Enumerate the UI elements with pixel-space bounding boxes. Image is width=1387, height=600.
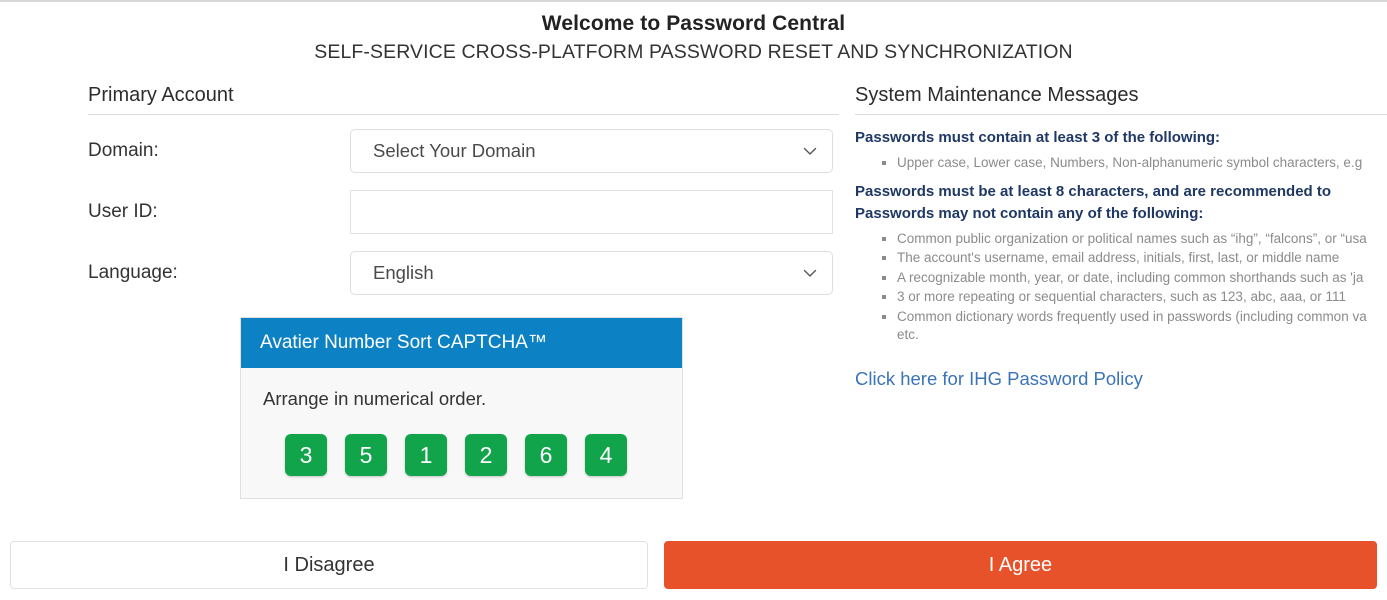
captcha-prompt: Arrange in numerical order. bbox=[241, 388, 682, 410]
list-item: Upper case, Lower case, Numbers, Non-alp… bbox=[897, 154, 1387, 173]
password-rule-heading-1: Passwords must contain at least 3 of the… bbox=[855, 127, 1387, 148]
captcha-widget: Avatier Number Sort CAPTCHA™ Arrange in … bbox=[240, 317, 683, 499]
list-item: A recognizable month, year, or date, inc… bbox=[897, 269, 1387, 288]
password-rule-list-2: Common public organization or political … bbox=[855, 230, 1387, 345]
primary-account-panel: Primary Account Domain: Select Your Doma… bbox=[0, 82, 855, 532]
domain-select[interactable]: Select Your Domain bbox=[350, 129, 833, 173]
system-messages-heading: System Maintenance Messages bbox=[855, 82, 1387, 114]
password-policy-link[interactable]: Click here for IHG Password Policy bbox=[855, 368, 1143, 390]
userid-input[interactable] bbox=[350, 190, 833, 234]
password-rule-heading-3: Passwords may not contain any of the fol… bbox=[855, 203, 1387, 224]
language-select-value: English bbox=[350, 251, 833, 295]
system-messages-panel: System Maintenance Messages Passwords mu… bbox=[855, 82, 1387, 532]
domain-row: Domain: Select Your Domain bbox=[88, 129, 839, 173]
main-content: Primary Account Domain: Select Your Doma… bbox=[0, 82, 1387, 532]
section-divider bbox=[88, 114, 839, 115]
captcha-tiles: 3 5 1 2 6 4 bbox=[241, 434, 682, 476]
list-item: Common dictionary words frequently used … bbox=[897, 308, 1387, 345]
page-root: Welcome to Password Central SELF-SERVICE… bbox=[0, 0, 1387, 600]
captcha-tile[interactable]: 4 bbox=[585, 434, 627, 476]
agree-button[interactable]: I Agree bbox=[664, 541, 1377, 589]
list-item: 3 or more repeating or sequential charac… bbox=[897, 288, 1387, 307]
domain-select-value: Select Your Domain bbox=[350, 129, 833, 173]
messages-body: Passwords must contain at least 3 of the… bbox=[855, 115, 1387, 390]
userid-row: User ID: bbox=[88, 190, 839, 234]
password-rule-list-1: Upper case, Lower case, Numbers, Non-alp… bbox=[855, 154, 1387, 173]
captcha-tile[interactable]: 2 bbox=[465, 434, 507, 476]
captcha-title: Avatier Number Sort CAPTCHA™ bbox=[241, 318, 682, 368]
language-row: Language: English bbox=[88, 251, 839, 295]
domain-label: Domain: bbox=[88, 139, 350, 163]
captcha-tile[interactable]: 6 bbox=[525, 434, 567, 476]
disagree-button[interactable]: I Disagree bbox=[10, 541, 648, 589]
language-select[interactable]: English bbox=[350, 251, 833, 295]
footer-actions: I Disagree I Agree bbox=[0, 530, 1387, 600]
page-subtitle: SELF-SERVICE CROSS-PLATFORM PASSWORD RES… bbox=[0, 39, 1387, 65]
captcha-tile[interactable]: 1 bbox=[405, 434, 447, 476]
page-title: Welcome to Password Central bbox=[0, 11, 1387, 37]
captcha-body: Arrange in numerical order. 3 5 1 2 6 4 bbox=[241, 368, 682, 498]
list-item: Common public organization or political … bbox=[897, 230, 1387, 249]
captcha-tile[interactable]: 3 bbox=[285, 434, 327, 476]
page-header: Welcome to Password Central SELF-SERVICE… bbox=[0, 2, 1387, 65]
captcha-tile[interactable]: 5 bbox=[345, 434, 387, 476]
list-item: The account's username, email address, i… bbox=[897, 249, 1387, 268]
password-rule-heading-2: Passwords must be at least 8 characters,… bbox=[855, 181, 1387, 202]
primary-account-heading: Primary Account bbox=[88, 82, 839, 114]
language-label: Language: bbox=[88, 261, 350, 285]
userid-label: User ID: bbox=[88, 200, 350, 224]
